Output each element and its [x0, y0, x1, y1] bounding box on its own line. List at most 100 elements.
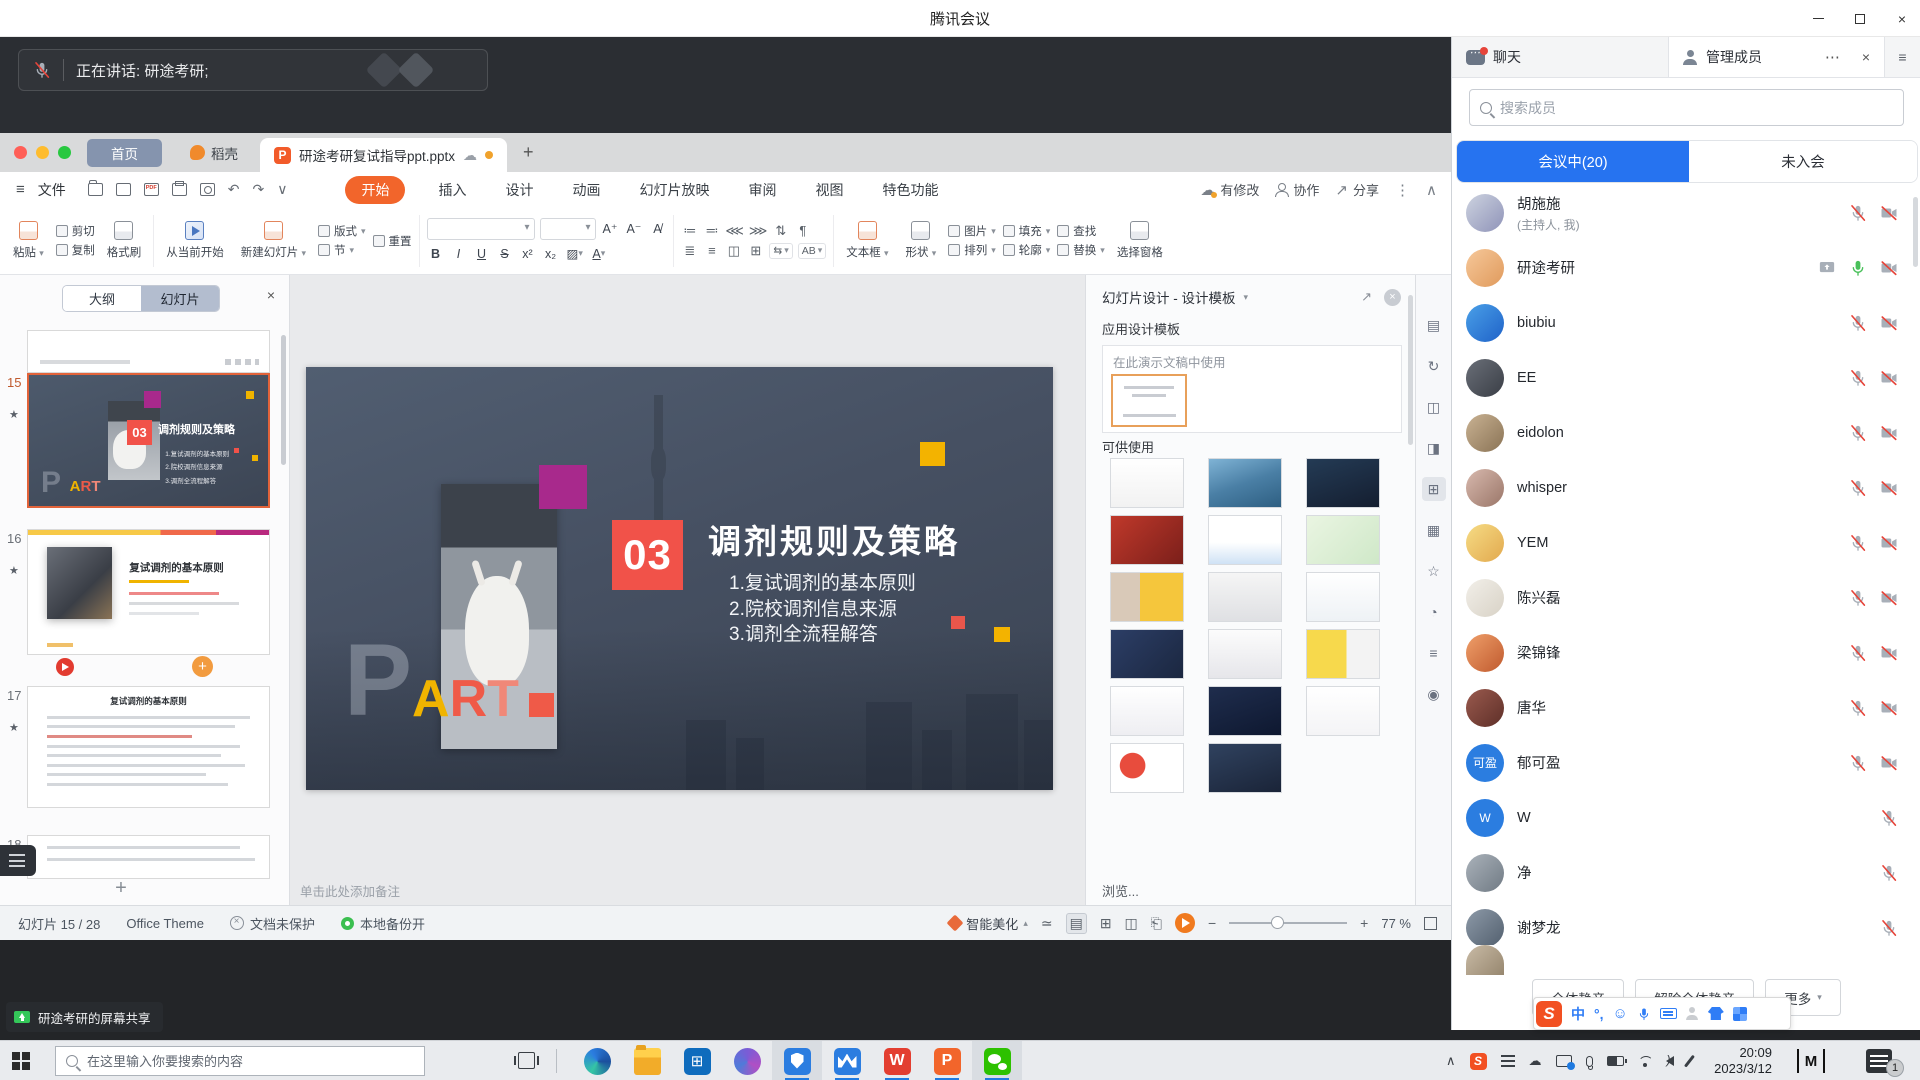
red-square-small[interactable] [951, 616, 965, 629]
split-view-icon[interactable]: ◨ [1422, 436, 1446, 460]
camera-icon[interactable] [1880, 479, 1898, 497]
chinese-mode-indicator[interactable]: 中 [1571, 1004, 1585, 1024]
slide-14-thumbnail[interactable] [27, 330, 270, 373]
layout-pane-icon[interactable]: ◫ [1422, 395, 1446, 419]
magenta-square[interactable] [539, 465, 587, 509]
tab-home[interactable]: 首页 [87, 139, 162, 167]
new-slide-button[interactable]: 新建幻灯片 ▾ [236, 219, 311, 262]
indent-increase-button[interactable]: ⋙ [749, 223, 768, 239]
protect-status[interactable]: 文档未保护 [230, 914, 315, 933]
keyboard-icon[interactable] [1660, 1008, 1677, 1019]
increase-font-button[interactable]: A⁺ [601, 219, 620, 239]
text-direction-button[interactable]: ⇆▾ [769, 243, 792, 259]
section-number-box[interactable]: 03 [612, 520, 683, 590]
ribbon-tab[interactable]: 审阅 [742, 177, 782, 203]
copy-button[interactable]: 复制 [56, 242, 95, 258]
format-painter-button[interactable]: 格式刷 [102, 219, 147, 262]
picture-button[interactable]: 图片 ▾ [948, 223, 996, 239]
textbox-button[interactable]: 文本框 ▾ [841, 219, 893, 262]
template-tile[interactable] [1306, 572, 1380, 622]
voice-input-icon[interactable] [1637, 1007, 1651, 1021]
template-tile[interactable] [1306, 629, 1380, 679]
font-color-button[interactable]: A▾ [590, 244, 608, 264]
camera-icon[interactable] [1880, 369, 1898, 387]
tab-not-joined[interactable]: 未入会 [1689, 141, 1917, 182]
member-row[interactable]: 胡施施 (主持人, 我) [1452, 185, 1914, 240]
browse-link[interactable]: 浏览... [1102, 881, 1139, 900]
start-button[interactable] [12, 1052, 30, 1070]
sogou-tray-icon[interactable]: S [1470, 1053, 1487, 1070]
strikethrough-button[interactable]: S [496, 244, 514, 264]
toolbar-dropdown-icon[interactable]: ∨ [277, 181, 287, 198]
mic-icon[interactable] [1880, 919, 1898, 937]
member-row[interactable]: 净 [1452, 845, 1914, 900]
skin-icon[interactable] [1708, 1007, 1724, 1020]
ribbon-tab[interactable]: 幻灯片放映 [633, 177, 715, 203]
decrease-font-button[interactable]: A⁻ [624, 219, 643, 239]
task-view-icon[interactable] [518, 1052, 535, 1069]
member-row[interactable]: 梁锦锋 [1452, 625, 1914, 680]
tab-chat[interactable]: 聊天 [1452, 37, 1669, 77]
member-row[interactable]: eidolon [1452, 405, 1914, 460]
bold-button[interactable]: B [427, 244, 445, 264]
member-row[interactable]: whisper [1452, 460, 1914, 515]
slide-18-thumbnail[interactable] [27, 835, 270, 879]
settings-tray-icon[interactable] [1501, 1055, 1515, 1067]
animation-pane-icon[interactable]: ↻ [1422, 354, 1446, 378]
share-button[interactable]: ↗分享 [1335, 180, 1379, 199]
align-center-button[interactable]: ≡ [703, 243, 720, 258]
punctuation-mode-icon[interactable]: °, [1594, 1006, 1604, 1022]
numbering-button[interactable]: ≕ [703, 223, 720, 239]
notes-placeholder[interactable]: 单击此处添加备注 [300, 881, 400, 900]
member-row[interactable]: W W [1452, 790, 1914, 845]
member-row[interactable]: YEM [1452, 515, 1914, 570]
mic-icon[interactable] [1849, 314, 1867, 332]
search-input[interactable] [1500, 100, 1893, 116]
template-tile[interactable] [1306, 686, 1380, 736]
align-left-button[interactable]: ≣ [681, 243, 698, 259]
sogou-logo-icon[interactable]: S [1536, 1001, 1562, 1027]
mic-icon[interactable] [1849, 589, 1867, 607]
indent-decrease-button[interactable]: ⋘ [725, 223, 744, 239]
mic-icon[interactable] [1849, 424, 1867, 442]
tab-manage-members[interactable]: 管理成员 ⋯ × [1669, 37, 1884, 77]
text-tools-button[interactable]: AB▾ [798, 243, 827, 259]
tab-docer[interactable]: 稻壳 [176, 143, 252, 163]
part-wordart[interactable]: PART [344, 639, 554, 723]
export-pdf-icon[interactable] [144, 183, 159, 196]
theme-name[interactable]: Office Theme [126, 916, 204, 931]
volume-icon[interactable] [1666, 1056, 1674, 1066]
modified-status[interactable]: ☁有修改 [1200, 180, 1259, 199]
collaborate-button[interactable]: 协作 [1275, 180, 1319, 199]
panel-close-icon[interactable]: × [1384, 289, 1401, 306]
clear-format-button[interactable]: A̸ [648, 219, 666, 239]
columns-button[interactable]: ◫ [725, 243, 742, 259]
print-icon[interactable] [172, 183, 187, 196]
battery-icon[interactable] [1607, 1056, 1624, 1066]
camera-icon[interactable] [1880, 204, 1898, 222]
handout-view-icon[interactable]: ⎗ [1151, 915, 1162, 932]
mic-icon[interactable] [1849, 644, 1867, 662]
window-traffic-lights[interactable] [14, 146, 71, 159]
replace-button[interactable]: 替换 ▾ [1057, 242, 1105, 258]
redo-icon[interactable]: ↷ [253, 181, 265, 198]
current-slide[interactable]: 03 调剂规则及策略 1.复试调剂的基本原则 2.院校调剂信息来源 3.调剂全流… [306, 367, 1053, 790]
design-panel-scrollbar[interactable] [1408, 295, 1413, 445]
tab-slides[interactable]: 幻灯片 [141, 286, 219, 311]
reset-button[interactable]: 重置 [373, 233, 412, 249]
template-tile[interactable] [1110, 572, 1184, 622]
paragraph-mark-button[interactable]: ¶ [794, 223, 811, 238]
more-menu-icon[interactable]: ⋮ [1395, 181, 1410, 199]
camera-icon[interactable] [1880, 754, 1898, 772]
font-size-select[interactable] [540, 218, 596, 240]
mic-icon[interactable] [1849, 204, 1867, 222]
template-tile[interactable] [1110, 743, 1184, 793]
member-row[interactable]: 陈兴磊 [1452, 570, 1914, 625]
selection-pane-button[interactable]: 选择窗格 [1112, 219, 1168, 262]
fullscreen-icon[interactable] [1424, 917, 1437, 930]
thumbnail-scrollbar[interactable] [281, 335, 286, 465]
outline-button[interactable]: 轮廓 ▾ [1003, 242, 1051, 258]
account-icon[interactable] [1686, 1007, 1699, 1020]
close-button[interactable]: × [1894, 11, 1910, 27]
panel-dropdown-icon[interactable]: ▾ [1244, 292, 1249, 303]
